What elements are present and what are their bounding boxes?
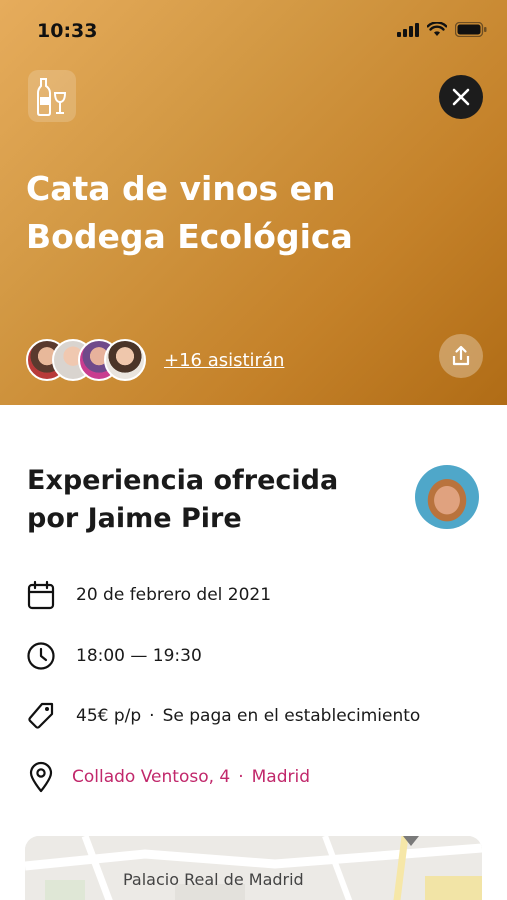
separator: · [238, 767, 244, 787]
calendar-icon [26, 580, 56, 610]
status-time: 10:33 [37, 20, 98, 42]
event-header: 10:33 Cata de vinos en Bodega Ecológica … [0, 0, 507, 405]
event-date: 20 de febrero del 2021 [76, 585, 272, 605]
close-icon [452, 88, 470, 106]
map-place-label: Palacio Real de Madrid [123, 870, 304, 889]
event-price: 45€ p/p [76, 706, 142, 726]
event-detail-screen: 10:33 Cata de vinos en Bodega Ecológica … [0, 0, 507, 900]
location-row[interactable]: Collado Ventoso, 4 · Madrid [26, 760, 310, 794]
price-row: 45€ p/p · Se paga en el establecimiento [26, 699, 420, 733]
wine-icon [28, 70, 76, 122]
map-background [25, 836, 482, 900]
host-avatar[interactable] [415, 465, 479, 529]
share-icon [452, 345, 470, 366]
host-title: Experiencia ofrecida por Jaime Pire [27, 465, 339, 534]
event-address[interactable]: Collado Ventoso, 4 [72, 767, 230, 787]
payment-note: Se paga en el establecimiento [162, 706, 421, 726]
status-bar: 10:33 [0, 0, 507, 60]
close-button[interactable] [439, 75, 483, 119]
location-map[interactable]: Palacio Real de Madrid [25, 836, 482, 900]
status-icons [397, 22, 487, 37]
wifi-icon [427, 22, 447, 36]
date-row: 20 de febrero del 2021 [26, 578, 271, 612]
attendees-group[interactable]: +16 asistirán [26, 338, 284, 382]
event-city[interactable]: Madrid [252, 767, 310, 787]
attendee-avatar [104, 339, 146, 381]
share-button[interactable] [439, 334, 483, 378]
time-row: 18:00 — 19:30 [26, 639, 202, 673]
attendees-link[interactable]: +16 asistirán [164, 350, 284, 371]
location-pin-icon [26, 761, 56, 793]
event-time: 18:00 — 19:30 [76, 646, 202, 666]
signal-icon [397, 22, 419, 37]
event-title: Cata de vinos en Bodega Ecológica [26, 169, 353, 256]
price-tag-icon [26, 701, 56, 731]
separator: · [149, 706, 155, 726]
battery-icon [455, 22, 487, 37]
clock-icon [26, 641, 56, 671]
